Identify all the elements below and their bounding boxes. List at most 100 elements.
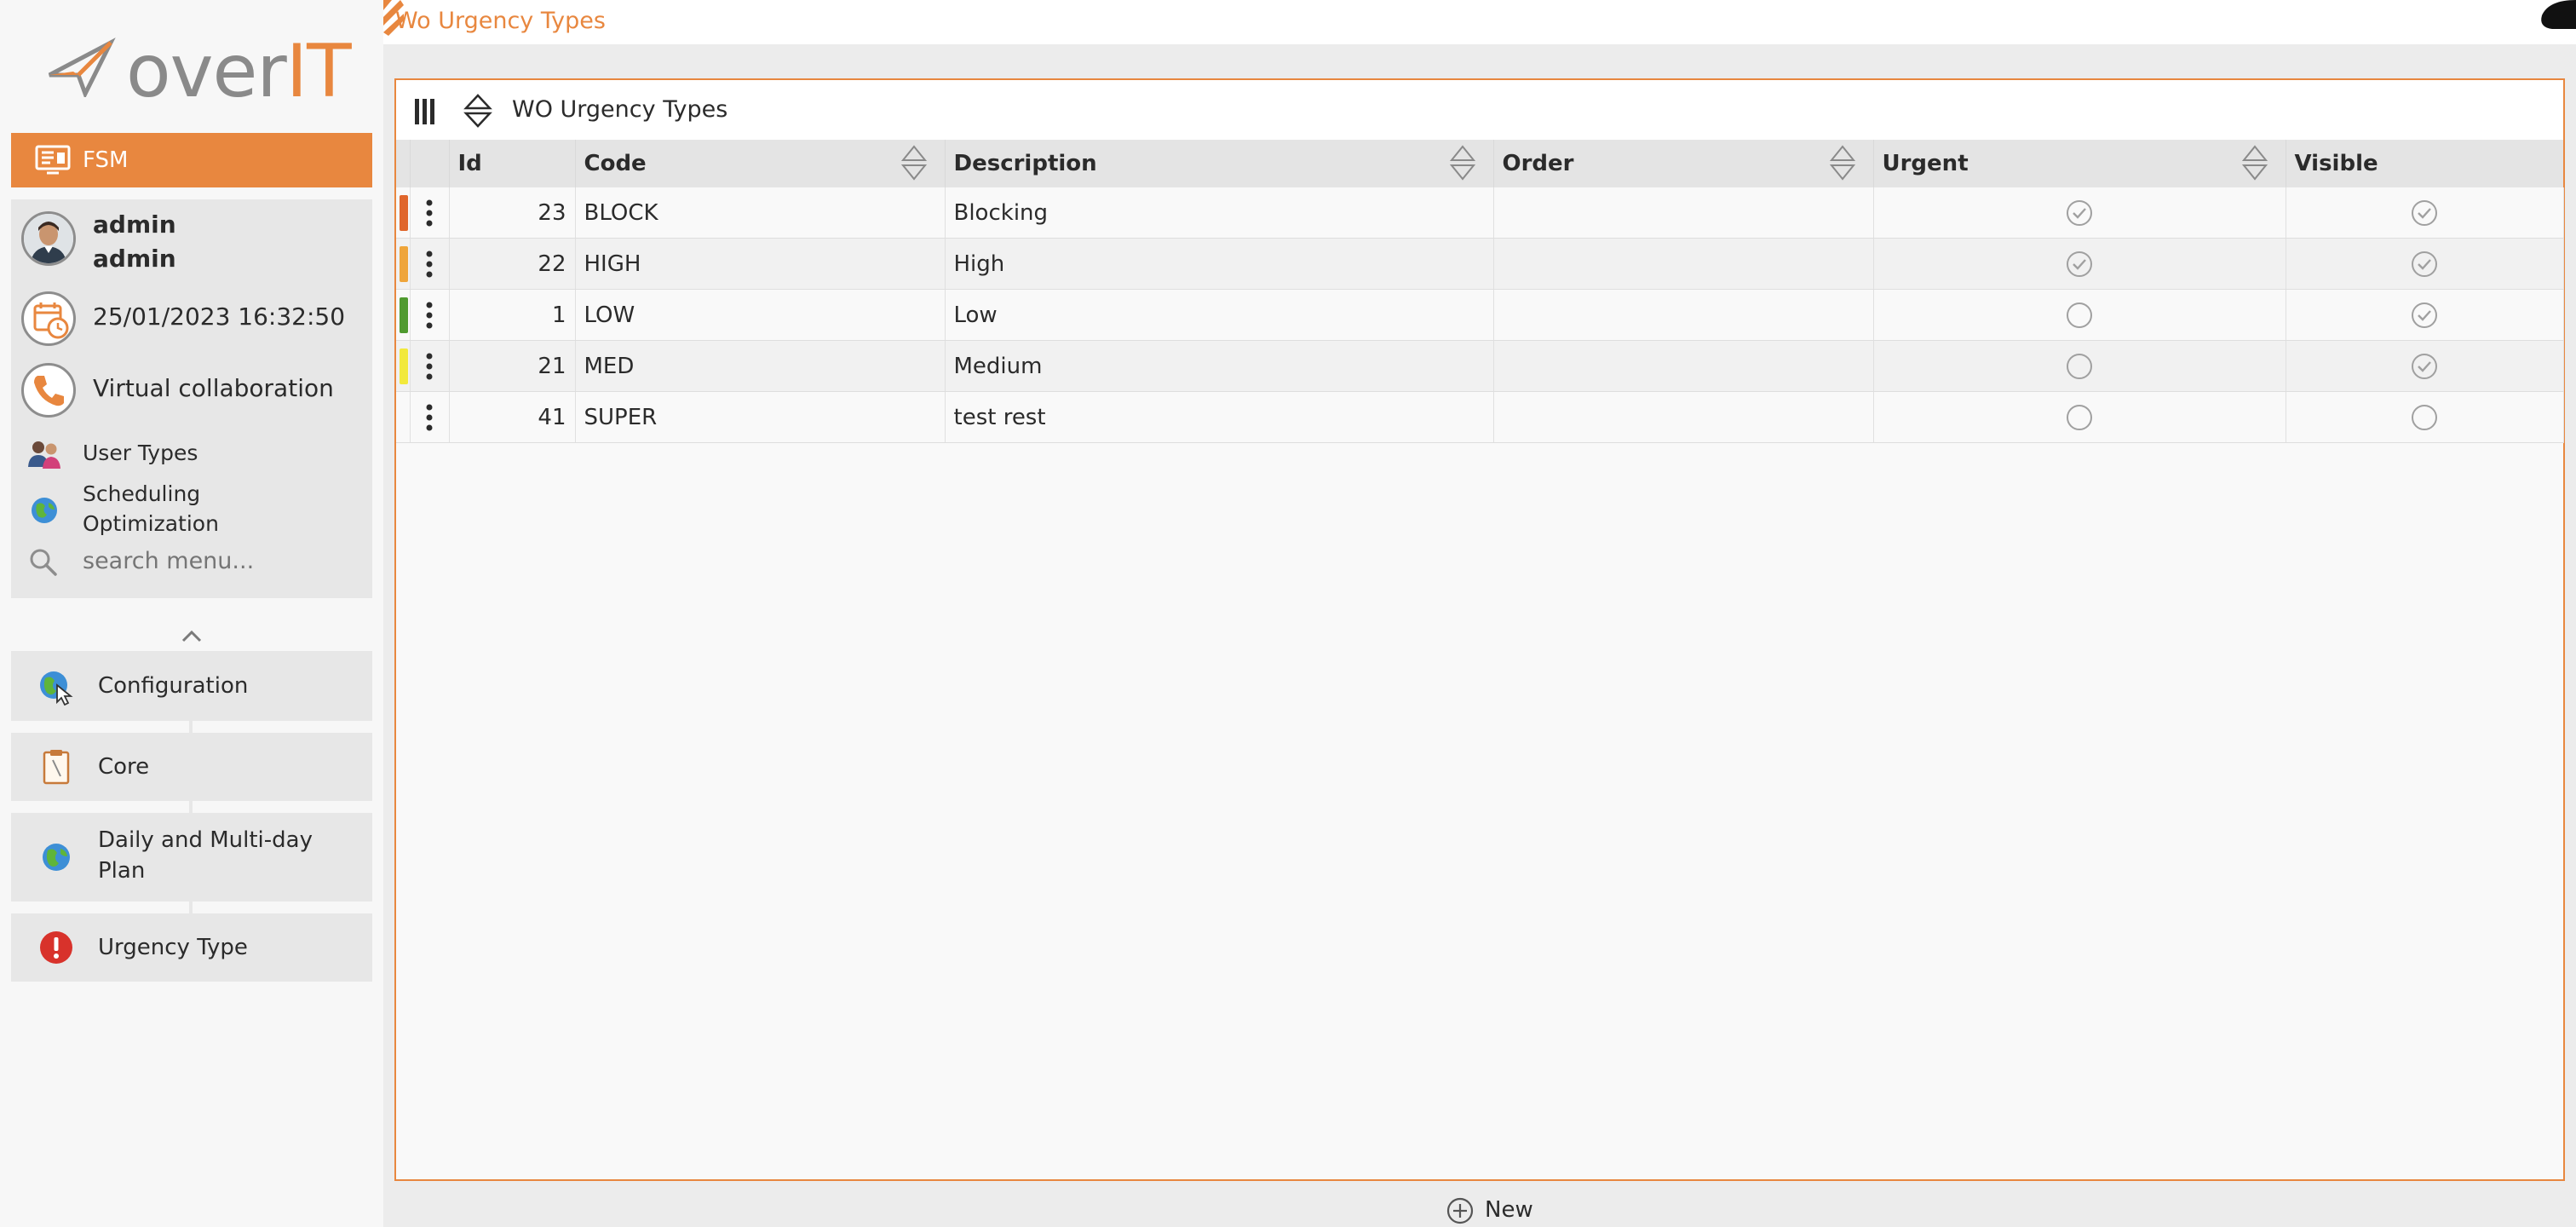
sort-arrows-icon[interactable]: [1449, 145, 1476, 181]
cell-order: [1493, 187, 1874, 239]
urgent-check-icon[interactable]: [2065, 301, 2094, 330]
row-color-cell: [396, 391, 411, 443]
sort-arrows-icon[interactable]: [900, 145, 928, 181]
column-header-code[interactable]: Code: [575, 140, 946, 187]
visible-check-icon[interactable]: [2410, 301, 2439, 330]
urgent-check-icon[interactable]: [2065, 403, 2094, 432]
chevron-up-icon[interactable]: [179, 625, 204, 646]
plus-circle-icon: [1446, 1197, 1474, 1224]
table-row[interactable]: 41 SUPER test rest: [396, 391, 2564, 443]
sort-arrows-icon[interactable]: [1829, 145, 1856, 181]
header-label: Urgent: [1882, 151, 1969, 176]
cell-urgent[interactable]: [1873, 289, 2286, 341]
urgent-check-icon[interactable]: [2065, 250, 2094, 279]
header-label: Order: [1502, 151, 1574, 176]
row-actions-cell[interactable]: [410, 289, 450, 341]
sort-arrows-icon[interactable]: [2241, 145, 2268, 181]
footer-bar: New: [394, 1181, 2565, 1227]
cell-code: LOW: [575, 289, 946, 341]
visible-check-icon[interactable]: [2410, 199, 2439, 228]
menu-item-scheduling-optimization[interactable]: Scheduling Optimization: [83, 479, 296, 539]
globe-icon: [32, 498, 57, 523]
kebab-menu-icon[interactable]: [426, 403, 433, 432]
cell-visible[interactable]: [2286, 391, 2564, 443]
visible-check-icon[interactable]: [2410, 352, 2439, 381]
cell-visible[interactable]: [2286, 340, 2564, 392]
breadcrumb: Wo Urgency Types: [383, 0, 2576, 44]
column-header-id[interactable]: Id: [449, 140, 576, 187]
nav-item-daily-multi-day-plan[interactable]: Daily and Multi-day Plan: [11, 813, 372, 902]
table-body: 23 BLOCK Blocking 22 HIGH High 1 LOW Low…: [396, 187, 2564, 443]
color-header: [396, 140, 411, 187]
urgent-check-icon[interactable]: [2065, 352, 2094, 381]
current-datetime: 25/01/2023 16:32:50: [93, 302, 346, 331]
globe-cursor-icon: [40, 671, 73, 706]
nav-item-configuration[interactable]: Configuration: [11, 651, 372, 721]
panel-title: WO Urgency Types: [512, 96, 728, 123]
new-button-label: New: [1485, 1197, 1533, 1223]
actions-header: [410, 140, 450, 187]
urgent-check-icon[interactable]: [2065, 199, 2094, 228]
visible-check-icon[interactable]: [2410, 250, 2439, 279]
module-fsm-button[interactable]: FSM: [11, 133, 372, 187]
cell-code: HIGH: [575, 238, 946, 290]
kebab-menu-icon[interactable]: [426, 199, 433, 228]
cell-id: 23: [449, 187, 576, 239]
paper-plane-icon: [48, 37, 116, 97]
table-row[interactable]: 23 BLOCK Blocking: [396, 187, 2564, 239]
logo-wordmark: overIT: [126, 29, 352, 114]
table-row[interactable]: 22 HIGH High: [396, 238, 2564, 290]
search-icon: [30, 549, 57, 576]
row-actions-cell[interactable]: [410, 391, 450, 443]
table-row[interactable]: 21 MED Medium: [396, 340, 2564, 392]
module-label: FSM: [83, 147, 129, 173]
clipboard-icon: [43, 750, 70, 785]
cell-description: test rest: [945, 391, 1494, 443]
row-color-cell: [396, 238, 411, 290]
kebab-menu-icon[interactable]: [426, 301, 433, 330]
columns-icon[interactable]: [415, 99, 435, 124]
cell-order: [1493, 391, 1874, 443]
column-header-urgent[interactable]: Urgent: [1873, 140, 2286, 187]
cell-description: Low: [945, 289, 1494, 341]
nav-item-urgency-type[interactable]: Urgency Type: [11, 913, 372, 982]
kebab-menu-icon[interactable]: [426, 352, 433, 381]
sort-icon[interactable]: [463, 94, 493, 128]
urgency-color-swatch: [400, 245, 408, 282]
corner-widget-icon[interactable]: [2535, 0, 2576, 31]
avatar[interactable]: [21, 211, 76, 266]
row-actions-cell[interactable]: [410, 340, 450, 392]
visible-check-icon[interactable]: [2410, 403, 2439, 432]
phone-icon[interactable]: [21, 363, 76, 418]
row-actions-cell[interactable]: [410, 187, 450, 239]
cell-id: 21: [449, 340, 576, 392]
cell-urgent[interactable]: [1873, 187, 2286, 239]
main-content: Wo Urgency Types WO Urgency Types Id Cod…: [383, 0, 2576, 1227]
cell-order: [1493, 340, 1874, 392]
urgency-color-swatch: [400, 297, 408, 333]
panel-toolbar: WO Urgency Types: [396, 80, 2563, 140]
search-input[interactable]: [83, 544, 338, 578]
cell-urgent[interactable]: [1873, 391, 2286, 443]
calendar-clock-icon: [21, 291, 76, 346]
cell-order: [1493, 289, 1874, 341]
kebab-menu-icon[interactable]: [426, 250, 433, 279]
nav-connector: [189, 721, 193, 733]
cell-visible[interactable]: [2286, 289, 2564, 341]
cell-urgent[interactable]: [1873, 238, 2286, 290]
column-header-description[interactable]: Description: [945, 140, 1494, 187]
nav-item-core[interactable]: Core: [11, 733, 372, 801]
nav-connector: [189, 902, 193, 913]
cell-visible[interactable]: [2286, 238, 2564, 290]
urgency-types-panel: WO Urgency Types Id Code Description Ord…: [394, 78, 2565, 1181]
column-header-order[interactable]: Order: [1493, 140, 1874, 187]
virtual-collaboration-link[interactable]: Virtual collaboration: [93, 373, 334, 404]
cell-visible[interactable]: [2286, 187, 2564, 239]
table-row[interactable]: 1 LOW Low: [396, 289, 2564, 341]
column-header-visible[interactable]: Visible: [2286, 140, 2563, 187]
row-actions-cell[interactable]: [410, 238, 450, 290]
breadcrumb-title[interactable]: Wo Urgency Types: [395, 7, 606, 36]
cell-urgent[interactable]: [1873, 340, 2286, 392]
sidebar: overIT FSM admin admin 25/01/2023 16:32:…: [0, 0, 383, 1227]
menu-item-user-types[interactable]: User Types: [83, 438, 198, 468]
